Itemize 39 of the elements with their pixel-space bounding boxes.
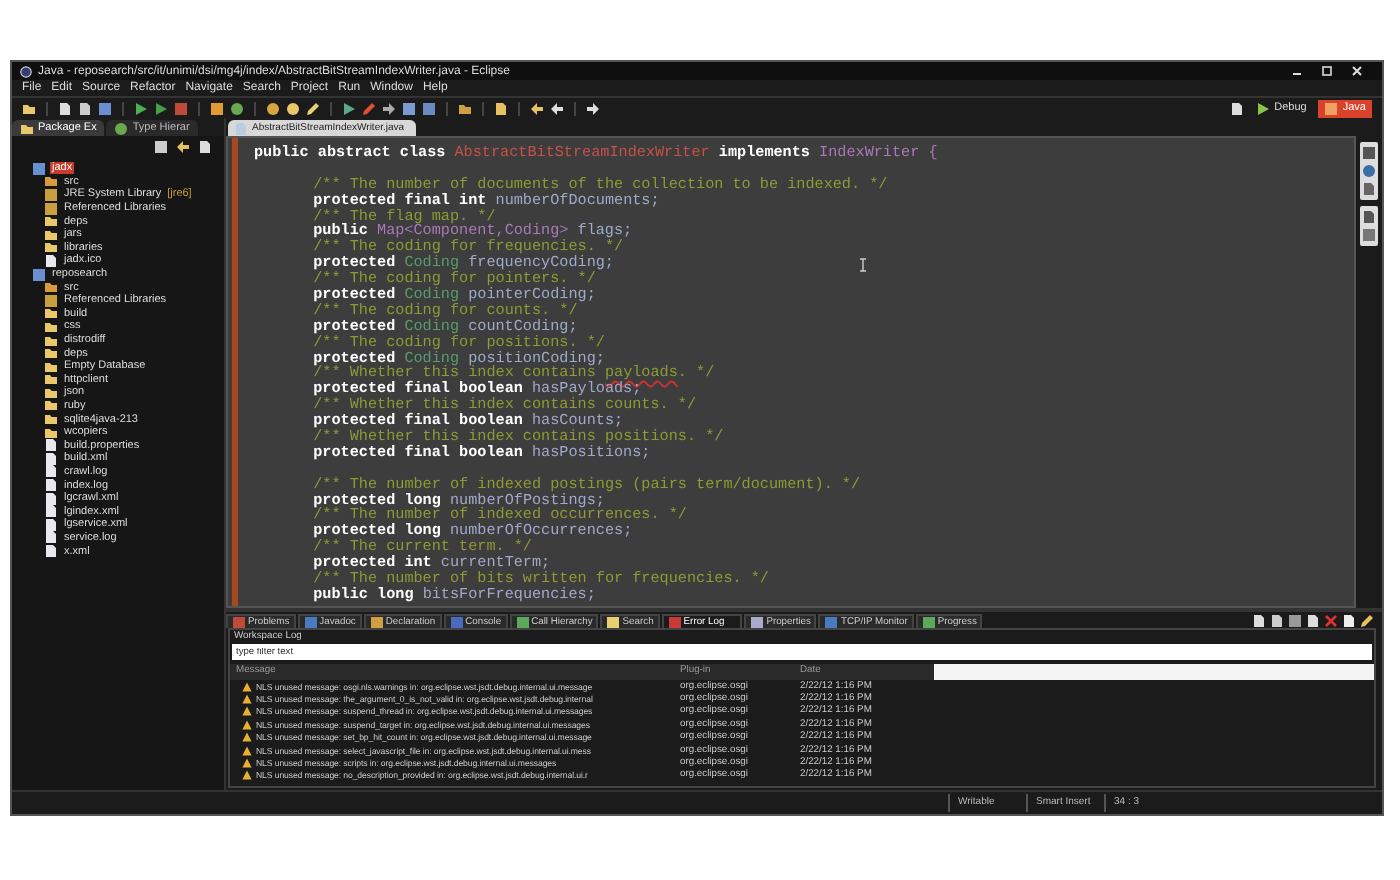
square-icon — [667, 615, 682, 629]
square-icon — [449, 615, 464, 629]
right-arrow-icon[interactable] — [382, 101, 396, 115]
square-icon[interactable] — [422, 101, 436, 115]
square-icon — [232, 615, 246, 629]
square-icon[interactable] — [210, 101, 224, 115]
square-icon — [824, 615, 839, 629]
text-cursor-icon — [860, 258, 866, 272]
square-icon — [303, 615, 318, 629]
square-icon — [750, 615, 765, 629]
square-icon — [921, 615, 936, 629]
right-arrow-icon[interactable] — [586, 101, 600, 115]
page-icon — [44, 253, 58, 268]
square-icon — [369, 615, 384, 629]
square-icon — [32, 267, 46, 282]
close-icon[interactable] — [1352, 66, 1362, 76]
circle-icon — [114, 121, 129, 135]
page-icon[interactable] — [1306, 614, 1320, 628]
maximize-icon[interactable] — [1322, 66, 1332, 76]
square-icon — [44, 293, 58, 308]
circle-icon[interactable] — [286, 101, 300, 115]
folder-icon — [44, 174, 58, 189]
delete-icon[interactable] — [1324, 614, 1338, 628]
pencil-icon[interactable] — [1360, 614, 1374, 628]
square-icon[interactable] — [1362, 146, 1376, 160]
square-icon[interactable] — [402, 101, 416, 115]
square-icon[interactable] — [98, 101, 112, 115]
square-icon — [32, 161, 46, 176]
circle-icon[interactable] — [266, 101, 280, 115]
square-icon — [1324, 101, 1339, 115]
app-icon — [20, 65, 32, 77]
circle-icon[interactable] — [230, 101, 244, 115]
page-icon[interactable] — [1342, 614, 1356, 628]
square-icon[interactable] — [1288, 614, 1302, 628]
square-icon[interactable] — [154, 140, 168, 154]
left-arrow-icon[interactable] — [176, 140, 190, 154]
square-icon — [515, 615, 530, 629]
page-icon[interactable] — [198, 140, 212, 154]
square-icon — [606, 615, 621, 629]
